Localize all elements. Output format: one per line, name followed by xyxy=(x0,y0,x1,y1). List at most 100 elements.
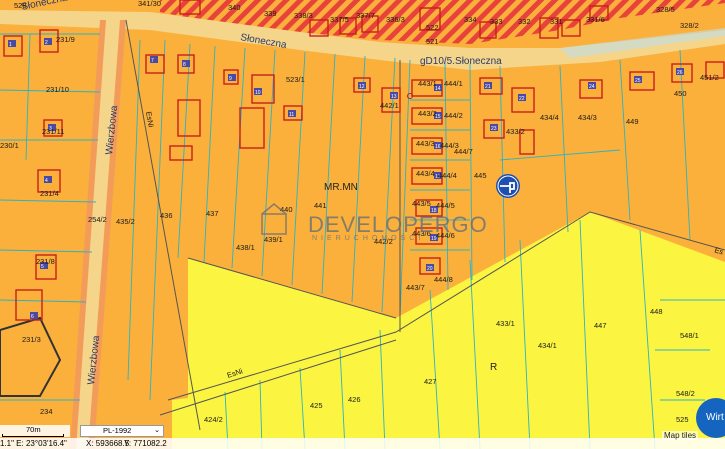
svg-text:231/10: 231/10 xyxy=(46,85,69,94)
map-canvas[interactable]: 1 2 3 4 5 6 7 8 9 10 11 12 13 14 15 16 1… xyxy=(0,0,725,449)
crs-select[interactable]: PL-1992 ⌄ xyxy=(80,425,164,437)
svg-text:331/6: 331/6 xyxy=(586,15,605,24)
svg-text:433/1: 433/1 xyxy=(496,319,515,328)
svg-text:448: 448 xyxy=(650,307,663,316)
svg-text:332: 332 xyxy=(518,17,531,26)
svg-text:11: 11 xyxy=(289,112,294,118)
zone-label-mr-mn: MR.MN xyxy=(324,182,358,193)
svg-text:443/3: 443/3 xyxy=(416,139,435,148)
svg-text:337/5: 337/5 xyxy=(330,15,349,24)
svg-text:230/1: 230/1 xyxy=(0,141,19,150)
svg-text:424/2: 424/2 xyxy=(204,415,223,424)
svg-text:434/1: 434/1 xyxy=(538,341,557,350)
svg-text:434/4: 434/4 xyxy=(540,113,559,122)
svg-text:438/1: 438/1 xyxy=(236,243,255,252)
svg-text:522: 522 xyxy=(426,23,439,32)
svg-text:426: 426 xyxy=(348,395,361,404)
svg-text:435/2: 435/2 xyxy=(116,217,135,226)
svg-text:7: 7 xyxy=(151,58,154,64)
svg-text:2: 2 xyxy=(45,40,48,46)
coord-latlon: 1.1" E: 23°03'16.4" xyxy=(0,439,67,448)
scale-label: 70m xyxy=(26,425,41,434)
svg-text:336/3: 336/3 xyxy=(386,15,405,24)
svg-text:444/4: 444/4 xyxy=(438,171,457,180)
svg-text:444/1: 444/1 xyxy=(444,79,463,88)
svg-text:450: 450 xyxy=(674,89,687,98)
svg-text:434/3: 434/3 xyxy=(578,113,597,122)
svg-text:440: 440 xyxy=(280,205,293,214)
svg-text:447: 447 xyxy=(594,321,607,330)
svg-text:24: 24 xyxy=(589,84,595,90)
coordinate-statusbar: 1.1" E: 23°03'16.4" X: 593668.5 Y: 77108… xyxy=(0,438,725,449)
svg-text:10: 10 xyxy=(255,90,261,96)
scale-bar: 70m xyxy=(0,425,70,437)
svg-text:20: 20 xyxy=(427,266,433,272)
svg-text:443/5: 443/5 xyxy=(412,199,431,208)
svg-text:234: 234 xyxy=(40,407,53,416)
svg-text:548/1: 548/1 xyxy=(680,331,699,340)
watermark-title: DEVELOPERGO xyxy=(308,212,488,237)
svg-text:445: 445 xyxy=(474,171,487,180)
svg-text:451/2: 451/2 xyxy=(700,73,719,82)
svg-text:21: 21 xyxy=(485,84,491,90)
svg-text:444/5: 444/5 xyxy=(436,201,455,210)
svg-text:25: 25 xyxy=(635,78,641,84)
svg-text:333: 333 xyxy=(490,17,503,26)
svg-text:523/1: 523/1 xyxy=(286,75,305,84)
svg-text:6: 6 xyxy=(31,314,34,320)
svg-text:13: 13 xyxy=(391,94,397,100)
svg-text:525: 525 xyxy=(676,415,689,424)
svg-text:231/8: 231/8 xyxy=(36,257,55,266)
svg-text:442/1: 442/1 xyxy=(380,101,399,110)
crs-selected: PL-1992 xyxy=(103,426,132,435)
svg-text:8: 8 xyxy=(183,62,186,68)
map-attribution[interactable]: Map tiles xyxy=(662,431,699,440)
chevron-down-icon: ⌄ xyxy=(154,427,160,434)
svg-text:4: 4 xyxy=(45,178,48,184)
svg-text:443/7: 443/7 xyxy=(406,283,425,292)
svg-text:441: 441 xyxy=(314,201,327,210)
svg-text:339: 339 xyxy=(264,9,277,18)
svg-text:444/2: 444/2 xyxy=(444,111,463,120)
svg-text:231/11: 231/11 xyxy=(42,127,64,136)
svg-text:449: 449 xyxy=(626,117,639,126)
svg-text:433/2: 433/2 xyxy=(506,127,525,136)
svg-text:331: 331 xyxy=(550,17,563,26)
svg-text:444/7: 444/7 xyxy=(454,147,473,156)
svg-text:528: 528 xyxy=(14,1,27,10)
svg-text:328/2: 328/2 xyxy=(680,21,699,30)
svg-text:443/4: 443/4 xyxy=(416,169,435,178)
svg-text:22: 22 xyxy=(519,96,525,102)
svg-text:443/2: 443/2 xyxy=(418,109,437,118)
svg-text:23: 23 xyxy=(491,126,497,132)
scale-line xyxy=(2,434,64,437)
svg-text:425: 425 xyxy=(310,401,323,410)
svg-text:443/1: 443/1 xyxy=(418,79,437,88)
svg-text:341/30: 341/30 xyxy=(138,0,161,8)
svg-text:254/2: 254/2 xyxy=(88,215,107,224)
svg-text:437: 437 xyxy=(206,209,219,218)
svg-text:26: 26 xyxy=(677,70,683,76)
svg-text:436: 436 xyxy=(160,211,173,220)
svg-text:521: 521 xyxy=(426,37,439,46)
svg-text:444/8: 444/8 xyxy=(434,275,453,284)
svg-text:328/5: 328/5 xyxy=(656,5,675,14)
svg-text:1: 1 xyxy=(9,42,12,48)
svg-text:9: 9 xyxy=(229,76,232,82)
svg-text:231/3: 231/3 xyxy=(22,335,41,344)
svg-text:231/4: 231/4 xyxy=(40,189,59,198)
coord-x: X: 593668.5 xyxy=(86,439,130,448)
svg-text:548/2: 548/2 xyxy=(676,389,695,398)
watermark-subtitle: NIERUCHOMOŚCI xyxy=(312,233,424,242)
street-label-sloneczna-road: gD10/5.Słoneczna xyxy=(420,56,502,67)
svg-text:334: 334 xyxy=(464,15,477,24)
zone-label-r: R xyxy=(490,362,497,373)
coord-y: Y: 771082.2 xyxy=(124,439,167,448)
svg-text:337/7: 337/7 xyxy=(356,11,375,20)
svg-text:338/3: 338/3 xyxy=(294,11,313,20)
svg-text:427: 427 xyxy=(424,377,437,386)
svg-text:340: 340 xyxy=(228,3,241,12)
svg-text:439/1: 439/1 xyxy=(264,235,283,244)
water-tap-icon[interactable] xyxy=(496,174,520,198)
svg-text:231/9: 231/9 xyxy=(56,35,75,44)
